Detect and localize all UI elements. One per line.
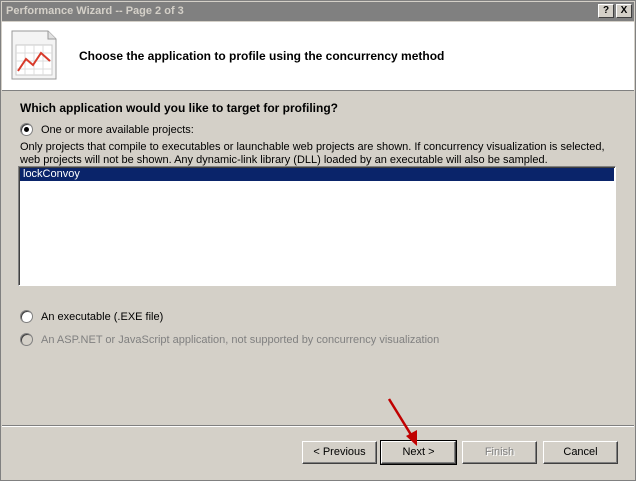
- note-line-1: Only projects that compile to executable…: [20, 141, 605, 153]
- option-executable[interactable]: An executable (.EXE file): [20, 310, 163, 323]
- option-aspnet-label: An ASP.NET or JavaScript application, no…: [41, 333, 440, 346]
- wizard-body: Which application would you like to targ…: [2, 91, 634, 425]
- title-bar[interactable]: Performance Wizard -- Page 2 of 3 ? X: [2, 2, 634, 21]
- window-title: Performance Wizard -- Page 2 of 3: [6, 5, 184, 17]
- option-projects-label: One or more available projects:: [41, 123, 194, 136]
- radio-projects[interactable]: [20, 123, 33, 136]
- radio-executable[interactable]: [20, 310, 33, 323]
- projects-listbox[interactable]: lockConvoy: [18, 166, 616, 286]
- finish-button[interactable]: Finish: [462, 441, 537, 464]
- help-button[interactable]: ?: [598, 4, 614, 18]
- target-question: Which application would you like to targ…: [20, 101, 338, 115]
- pointer-arrow-icon: [387, 398, 417, 446]
- performance-wizard-dialog: Performance Wizard -- Page 2 of 3 ? X Ch…: [0, 0, 636, 481]
- projects-note: Only projects that compile to executable…: [20, 141, 620, 167]
- button-divider: [2, 425, 634, 427]
- chart-wizard-icon: [11, 30, 57, 80]
- previous-button[interactable]: < Previous: [302, 441, 377, 464]
- wizard-header: Choose the application to profile using …: [2, 22, 634, 91]
- option-executable-label: An executable (.EXE file): [41, 310, 164, 323]
- option-projects[interactable]: One or more available projects:: [20, 123, 194, 136]
- page-heading: Choose the application to profile using …: [79, 49, 445, 63]
- radio-aspnet: [20, 333, 33, 346]
- list-item[interactable]: lockConvoy: [20, 168, 614, 181]
- close-button[interactable]: X: [616, 4, 632, 18]
- cancel-button[interactable]: Cancel: [543, 441, 618, 464]
- option-aspnet: An ASP.NET or JavaScript application, no…: [20, 333, 439, 346]
